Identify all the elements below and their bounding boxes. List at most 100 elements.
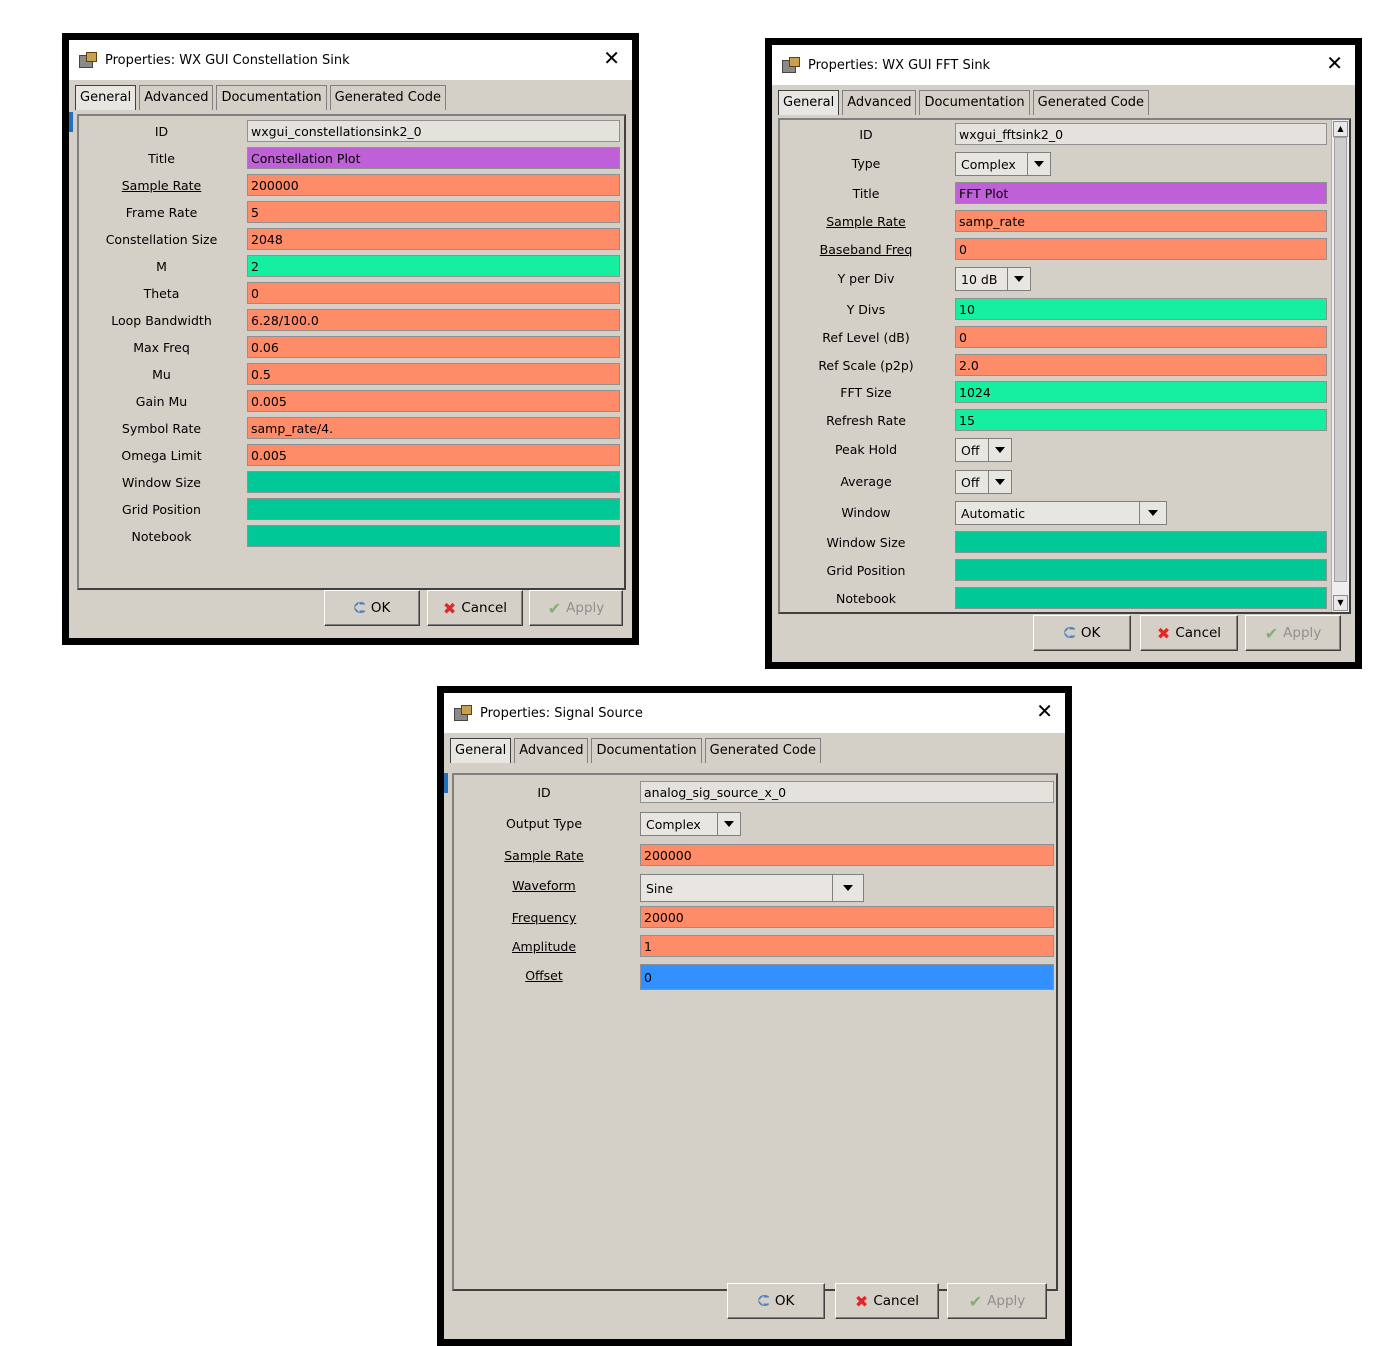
- tab-documentation[interactable]: Documentation: [591, 738, 702, 763]
- label-baseband-freq: Baseband Freq: [819, 242, 913, 257]
- apply-icon: ✔: [547, 598, 562, 618]
- id-field[interactable]: analog_sig_source_x_0: [640, 781, 1054, 803]
- ok-button[interactable]: ⮈ OK: [727, 1283, 825, 1319]
- frame-rate-field[interactable]: 5: [247, 201, 620, 223]
- properties-icon: [79, 52, 97, 68]
- tab-documentation[interactable]: Documentation: [919, 90, 1030, 115]
- cancel-button[interactable]: ✖ Cancel: [835, 1283, 939, 1319]
- scroll-up-icon[interactable]: ▲: [1333, 121, 1348, 137]
- constellation-size-field[interactable]: 2048: [247, 228, 620, 250]
- close-icon[interactable]: ✕: [603, 48, 620, 68]
- cancel-label: Cancel: [461, 600, 508, 616]
- ref-level-field[interactable]: 0: [955, 326, 1327, 348]
- ok-button[interactable]: ⮈ OK: [324, 590, 420, 626]
- y-divs-field[interactable]: 10: [955, 298, 1327, 320]
- tab-generated-code[interactable]: Generated Code: [1032, 90, 1150, 115]
- cancel-button[interactable]: ✖ Cancel: [1140, 615, 1238, 651]
- tab-advanced[interactable]: Advanced: [842, 90, 917, 115]
- label-waveform: Waveform: [512, 878, 576, 893]
- omega-limit-field[interactable]: 0.005: [247, 444, 620, 466]
- chevron-down-icon[interactable]: [717, 813, 740, 835]
- label-y-divs: Y Divs: [846, 302, 886, 317]
- chevron-down-icon[interactable]: [988, 471, 1011, 493]
- tab-general[interactable]: General: [75, 85, 137, 110]
- frequency-field[interactable]: 20000: [640, 906, 1054, 928]
- chevron-down-icon[interactable]: [988, 439, 1011, 461]
- sample-rate-field[interactable]: 200000: [247, 174, 620, 196]
- cancel-button[interactable]: ✖ Cancel: [427, 590, 523, 626]
- sample-rate-field[interactable]: 200000: [640, 844, 1054, 866]
- average-dropdown[interactable]: Off: [955, 470, 1012, 494]
- grid-position-field[interactable]: [955, 559, 1327, 581]
- label-loop-bandwidth: Loop Bandwidth: [111, 313, 212, 328]
- cancel-icon: ✖: [442, 598, 457, 618]
- label-amplitude: Amplitude: [511, 939, 577, 954]
- tab-generated-code[interactable]: Generated Code: [329, 85, 447, 110]
- scrollbar-thumb[interactable]: [1334, 137, 1347, 582]
- id-field[interactable]: wxgui_constellationsink2_0: [247, 120, 620, 142]
- tab-general[interactable]: General: [450, 738, 512, 763]
- cancel-label: Cancel: [873, 1293, 920, 1309]
- apply-button[interactable]: ✔ Apply: [947, 1283, 1047, 1319]
- label-theta: Theta: [143, 286, 180, 301]
- gain-mu-field[interactable]: 0.005: [247, 390, 620, 412]
- offset-field[interactable]: 0: [640, 964, 1054, 990]
- tab-general[interactable]: General: [778, 90, 840, 115]
- window-size-field[interactable]: [247, 471, 620, 493]
- refresh-rate-field[interactable]: 15: [955, 409, 1327, 431]
- dialog-title: Properties: WX GUI Constellation Sink: [105, 52, 350, 68]
- notebook-field[interactable]: [955, 587, 1327, 609]
- sample-rate-field[interactable]: samp_rate: [955, 210, 1327, 232]
- label-id: ID: [154, 124, 169, 139]
- window-dropdown[interactable]: Automatic: [955, 501, 1167, 525]
- label-symbol-rate: Symbol Rate: [121, 421, 202, 436]
- max-freq-field[interactable]: 0.06: [247, 336, 620, 358]
- tab-generated-code[interactable]: Generated Code: [704, 738, 822, 763]
- theta-field[interactable]: 0: [247, 282, 620, 304]
- label-offset: Offset: [525, 968, 563, 983]
- button-bar: ⮈ OK ✖ Cancel ✔ Apply: [772, 608, 1355, 662]
- id-field[interactable]: wxgui_fftsink2_0: [955, 123, 1327, 145]
- button-bar: ⮈ OK ✖ Cancel ✔ Apply: [444, 1273, 1065, 1327]
- tab-documentation[interactable]: Documentation: [216, 85, 327, 110]
- symbol-rate-field[interactable]: samp_rate/4.: [247, 417, 620, 439]
- fft-size-field[interactable]: 1024: [955, 381, 1327, 403]
- label-gain-mu: Gain Mu: [135, 394, 188, 409]
- chevron-down-icon[interactable]: [832, 875, 863, 901]
- type-dropdown[interactable]: Complex: [955, 152, 1051, 176]
- ok-label: OK: [370, 600, 391, 616]
- chevron-down-icon[interactable]: [1139, 502, 1166, 524]
- apply-button[interactable]: ✔ Apply: [529, 590, 623, 626]
- window-size-field[interactable]: [955, 531, 1327, 553]
- chevron-down-icon[interactable]: [1007, 268, 1030, 290]
- title-field[interactable]: FFT Plot: [955, 182, 1327, 204]
- average-value: Off: [961, 474, 980, 490]
- apply-button[interactable]: ✔ Apply: [1245, 615, 1341, 651]
- grid-position-field[interactable]: [247, 498, 620, 520]
- cancel-icon: ✖: [1156, 623, 1171, 643]
- m-field[interactable]: 2: [247, 255, 620, 277]
- amplitude-field[interactable]: 1: [640, 935, 1054, 957]
- tab-bar: General Advanced Documentation Generated…: [444, 733, 1065, 763]
- output-type-dropdown[interactable]: Complex: [640, 812, 741, 836]
- close-icon[interactable]: ✕: [1326, 53, 1343, 73]
- baseband-freq-field[interactable]: 0: [955, 238, 1327, 260]
- ref-scale-field[interactable]: 2.0: [955, 354, 1327, 376]
- label-constellation-size: Constellation Size: [105, 232, 218, 247]
- mu-field[interactable]: 0.5: [247, 363, 620, 385]
- ok-button[interactable]: ⮈ OK: [1033, 615, 1131, 651]
- loop-bandwidth-field[interactable]: 6.28/100.0: [247, 309, 620, 331]
- close-icon[interactable]: ✕: [1036, 701, 1053, 721]
- label-notebook: Notebook: [835, 591, 897, 606]
- waveform-dropdown[interactable]: Sine: [640, 874, 864, 902]
- y-per-div-dropdown[interactable]: 10 dB: [955, 267, 1031, 291]
- tab-advanced[interactable]: Advanced: [139, 85, 214, 110]
- title-field[interactable]: Constellation Plot: [247, 147, 620, 169]
- label-frame-rate: Frame Rate: [125, 205, 198, 220]
- peak-hold-dropdown[interactable]: Off: [955, 438, 1012, 462]
- vertical-scrollbar[interactable]: ▲ ▼: [1331, 120, 1349, 612]
- tab-advanced[interactable]: Advanced: [514, 738, 589, 763]
- notebook-field[interactable]: [247, 525, 620, 547]
- chevron-down-icon[interactable]: [1027, 153, 1050, 175]
- label-average: Average: [840, 474, 892, 489]
